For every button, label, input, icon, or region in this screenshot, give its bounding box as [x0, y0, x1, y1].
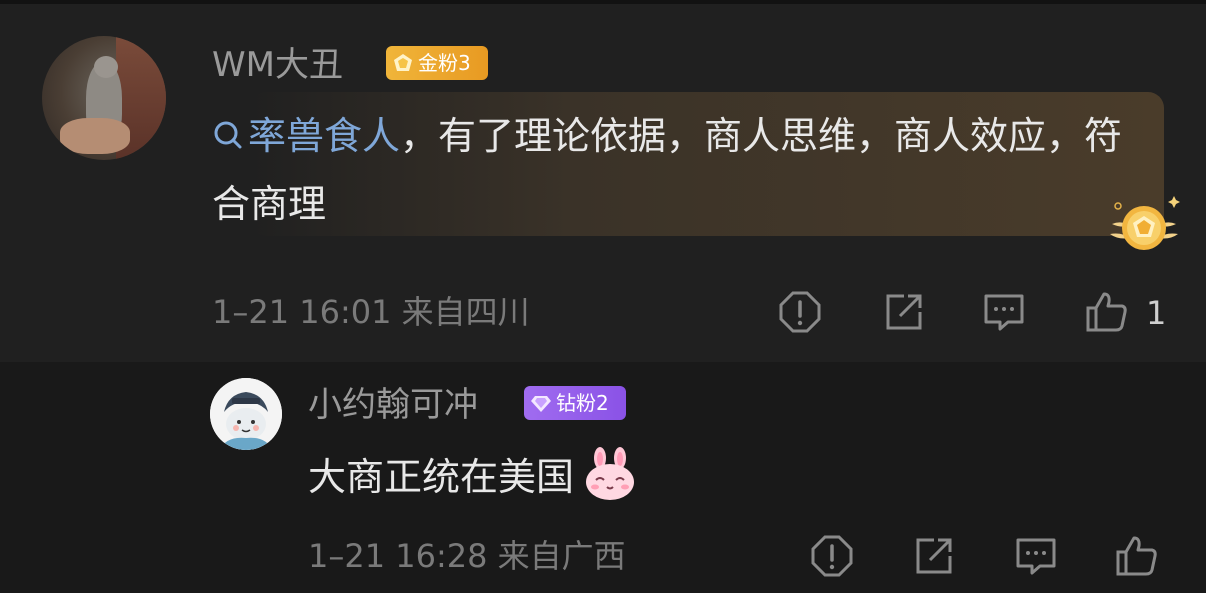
- like-count: 1: [1146, 294, 1167, 332]
- like-button[interactable]: [1112, 532, 1160, 580]
- location: 来自四川: [401, 293, 530, 331]
- badge-label: 钻粉2: [556, 391, 609, 415]
- comment-icon: [1016, 538, 1056, 575]
- reply-avatar[interactable]: [210, 378, 282, 450]
- comment-icon: [984, 294, 1024, 331]
- comment-meta: 1–21 16:01 来自四川: [212, 290, 530, 334]
- cartoon-avatar-icon: [210, 378, 282, 450]
- reply-body: 大商正统在美国: [308, 455, 575, 499]
- like-icon: [1086, 292, 1127, 332]
- timestamp: 1–21 16:28: [308, 537, 488, 575]
- report-icon: [811, 535, 853, 577]
- rabbit-emoji-icon: [586, 447, 635, 500]
- reply-text: 大商正统在美国: [308, 446, 638, 507]
- timestamp: 1–21 16:01: [212, 293, 392, 331]
- reply-button[interactable]: [980, 288, 1028, 336]
- like-button[interactable]: [1082, 288, 1130, 336]
- share-button[interactable]: [880, 288, 928, 336]
- search-term-text: 率兽食人: [248, 114, 401, 158]
- username[interactable]: WM大丑: [212, 44, 343, 86]
- reply-button[interactable]: [1012, 532, 1060, 580]
- gem-icon: [394, 54, 412, 71]
- like-icon: [1116, 536, 1157, 576]
- avatar[interactable]: [42, 36, 166, 160]
- share-icon: [886, 294, 922, 330]
- comment-text: 率兽食人，有了理论依据，商人思维，商人效应，符合商理: [212, 102, 1142, 238]
- gold-medal-decoration-icon: [1110, 196, 1180, 250]
- fan-badge-gold[interactable]: 金粉3: [386, 46, 488, 80]
- fan-badge-diamond[interactable]: 钻粉2: [524, 386, 626, 420]
- reply-username[interactable]: 小约翰可冲: [308, 384, 478, 426]
- location: 来自广西: [497, 537, 626, 575]
- badge-label: 金粉3: [418, 51, 471, 75]
- share-button[interactable]: [910, 532, 958, 580]
- search-link[interactable]: 率兽食人: [212, 114, 400, 158]
- share-icon: [916, 538, 952, 574]
- report-icon: [779, 291, 821, 333]
- diamond-icon: [531, 396, 551, 412]
- reply-meta: 1–21 16:28 来自广西: [308, 534, 626, 578]
- report-button[interactable]: [776, 288, 824, 336]
- report-button[interactable]: [808, 532, 856, 580]
- search-icon: [214, 121, 242, 149]
